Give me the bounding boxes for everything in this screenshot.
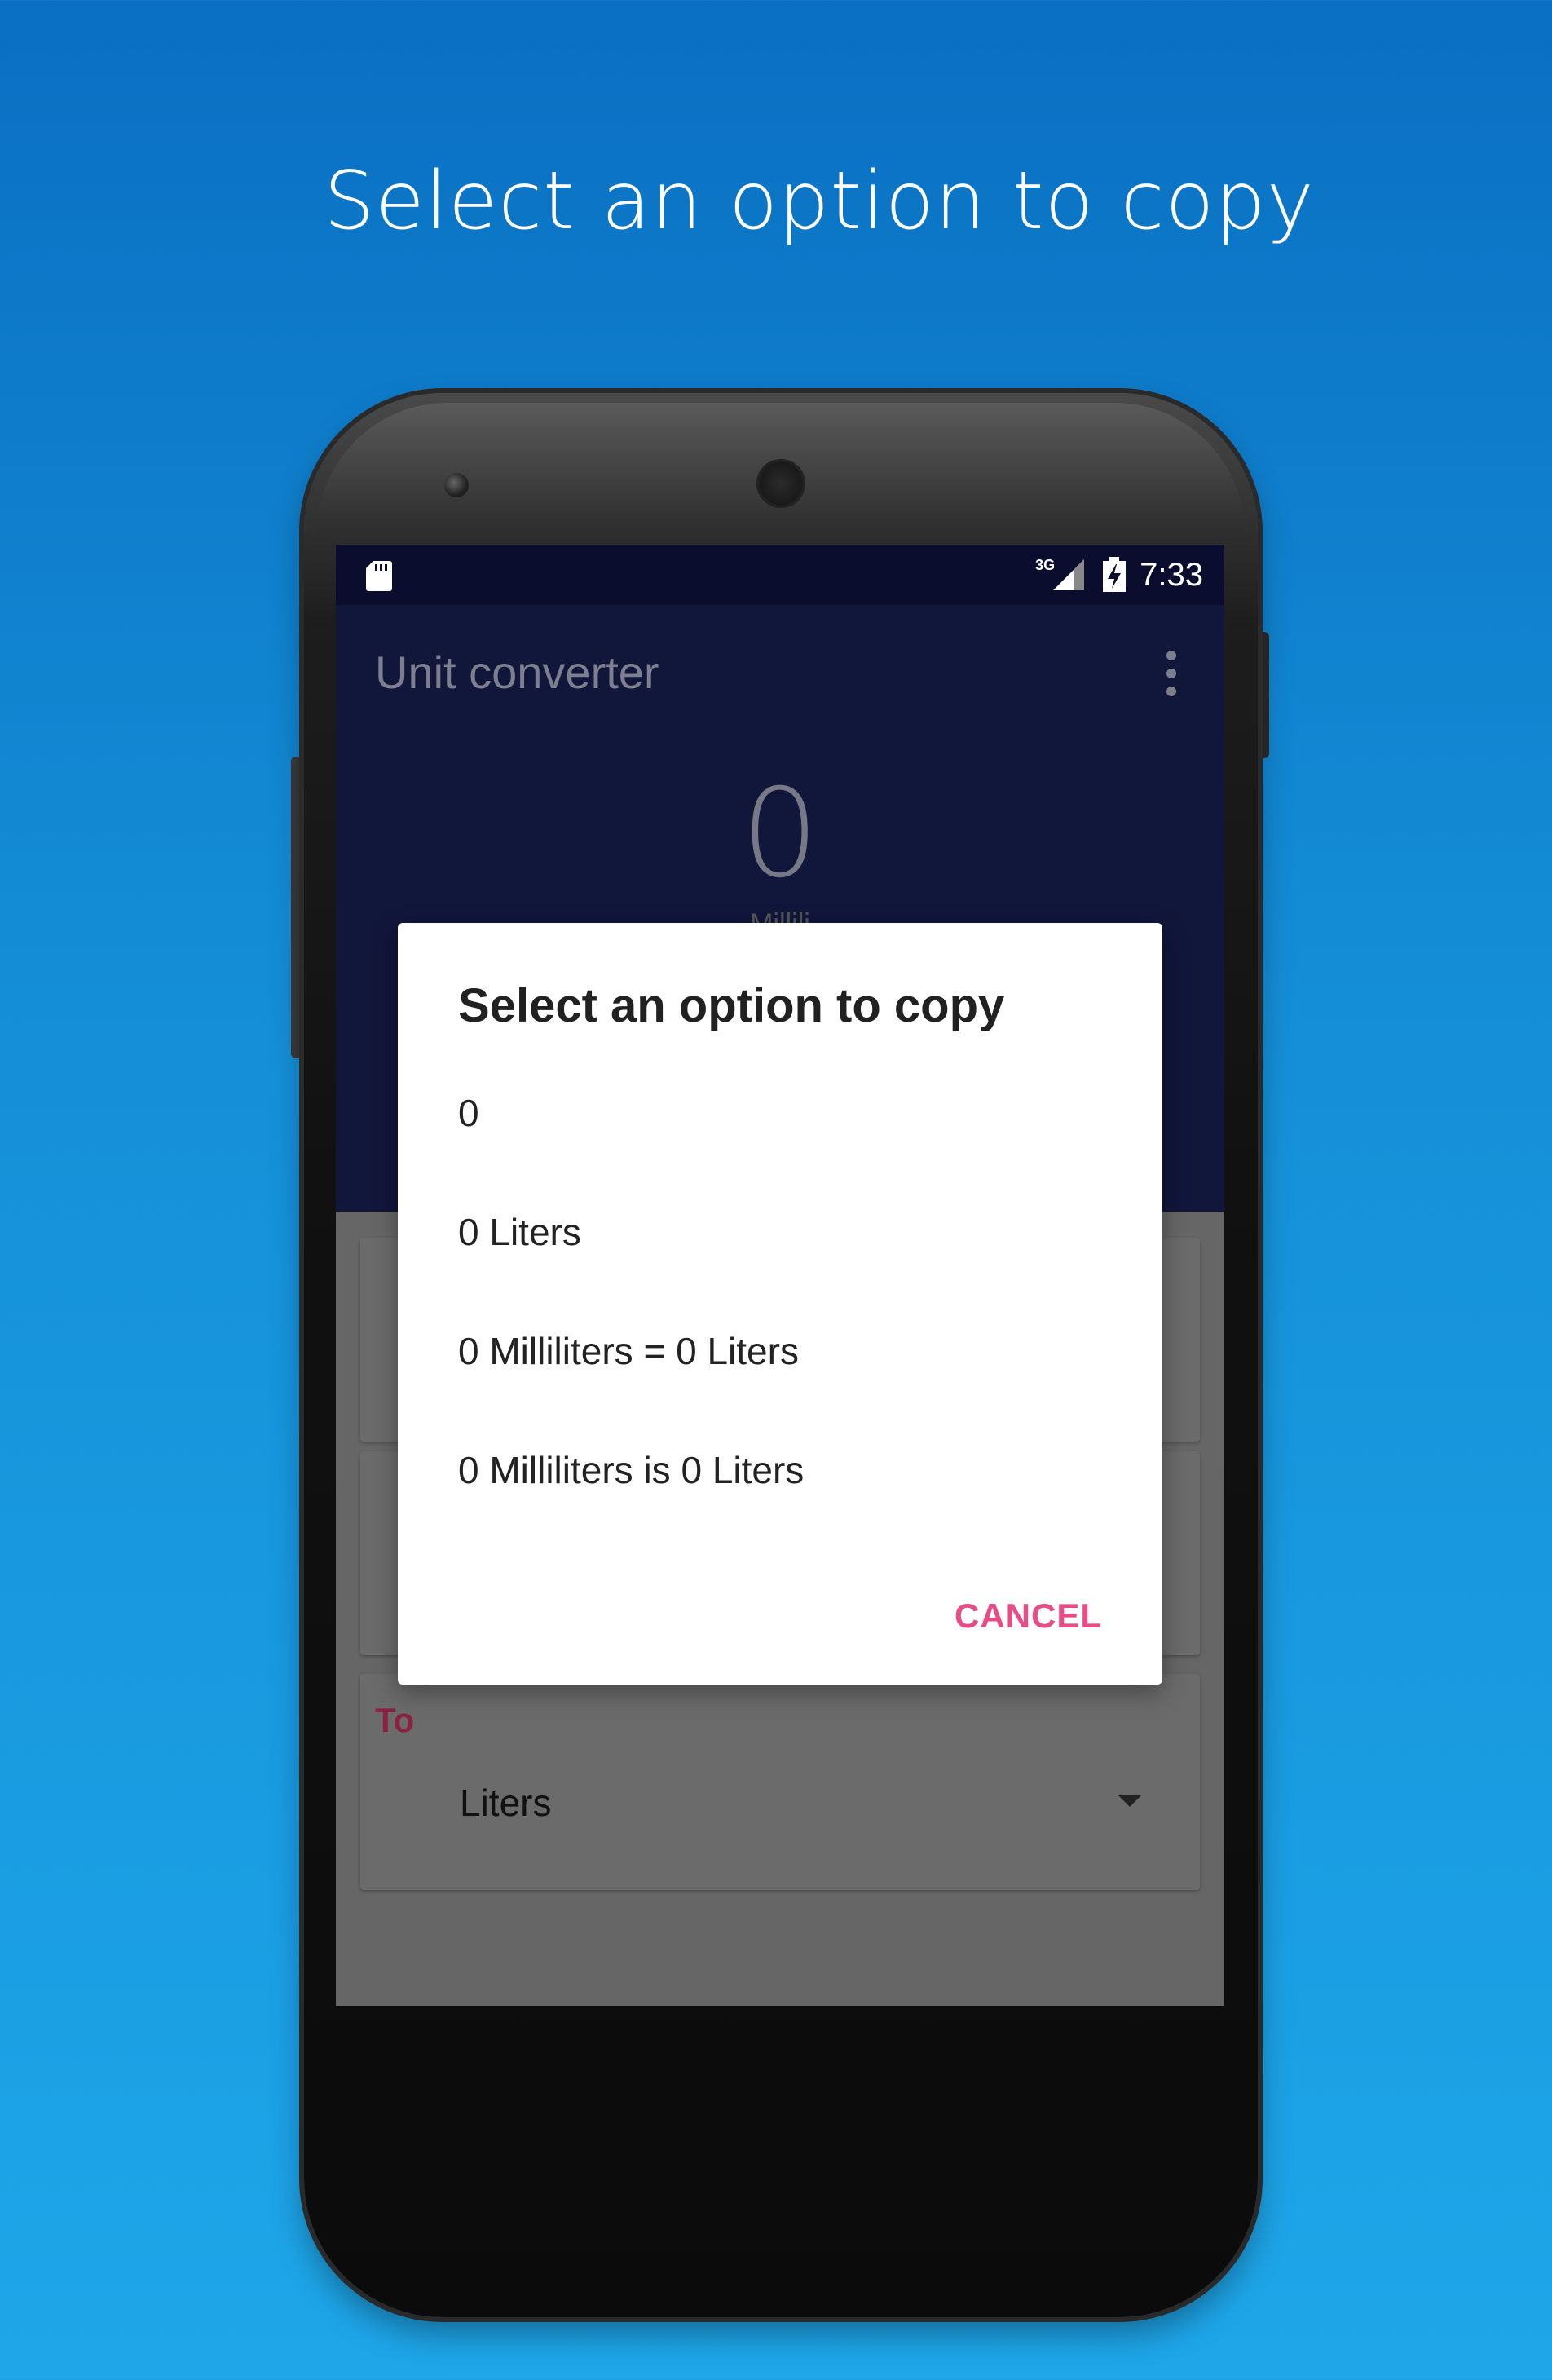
earpiece-speaker — [756, 459, 805, 508]
result-value: 0 — [741, 763, 819, 905]
sd-card-icon — [366, 561, 392, 591]
dialog-title: Select an option to copy — [458, 979, 1005, 1032]
to-unit-select[interactable]: Liters — [460, 1781, 551, 1825]
network-type-label: 3G — [1035, 556, 1056, 573]
copy-option-equation[interactable]: 0 Milliliters = 0 Liters — [458, 1329, 799, 1373]
promo-headline: Select an option to copy — [324, 155, 1315, 248]
signal-icon — [1053, 559, 1085, 590]
to-label: To — [375, 1701, 415, 1739]
battery-icon — [1103, 557, 1127, 592]
status-icons: 3G 7:33 — [1035, 553, 1203, 597]
copy-option-sentence[interactable]: 0 Milliliters is 0 Liters — [458, 1448, 804, 1492]
copy-option-value[interactable]: 0 — [458, 1091, 479, 1135]
status-bar: 3G 7:33 — [336, 545, 1224, 605]
dropdown-arrow-icon[interactable] — [1118, 1795, 1141, 1807]
status-time: 7:33 — [1140, 556, 1203, 593]
front-camera — [444, 473, 469, 497]
copy-option-dialog: Select an option to copy 0 0 Liters 0 Mi… — [398, 923, 1162, 1685]
phone-power-button — [1258, 632, 1269, 758]
copy-option-value-unit[interactable]: 0 Liters — [458, 1210, 581, 1254]
phone-volume-button — [291, 757, 304, 1058]
app-title: Unit converter — [375, 647, 659, 698]
cancel-button[interactable]: CANCEL — [955, 1596, 1102, 1636]
phone-screen: 3G 7:33 Unit converter 0 Millili To Lite… — [336, 545, 1224, 2006]
more-vert-icon[interactable] — [1166, 649, 1177, 698]
